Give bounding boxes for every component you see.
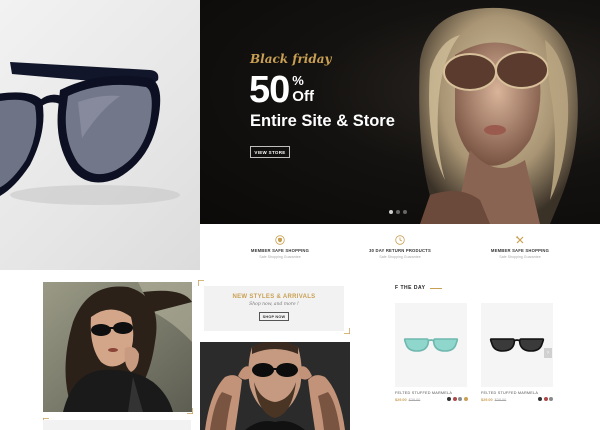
hero-tag: Black friday <box>250 52 332 66</box>
price-old: $38.00 <box>408 398 421 402</box>
hero-discount: 50 % Off <box>249 70 314 110</box>
corner-accent <box>344 328 350 334</box>
feature-subtitle: Safe Shopping Guarantee <box>499 255 541 259</box>
feature-item: MEMBER SAFE SHOPPING Safe Shopping Guara… <box>470 235 570 259</box>
bottom-card-strip <box>43 420 191 430</box>
next-arrow-icon[interactable]: › <box>544 348 552 358</box>
discount-percent: 50 <box>249 69 290 111</box>
promo-title: NEW STYLES & ARRIVALS <box>232 294 316 300</box>
feature-title: 30 DAY RETURN PRODUCTS <box>369 248 431 253</box>
black-sunglasses-image <box>489 338 545 352</box>
features-strip: MEMBER SAFE SHOPPING Safe Shopping Guara… <box>200 224 600 270</box>
clock-icon <box>395 235 405 245</box>
section-title: F THE DAY <box>395 285 426 291</box>
swatch[interactable] <box>549 397 553 401</box>
tools-icon <box>516 236 524 244</box>
slider-dots <box>389 210 407 214</box>
off-label: Off <box>292 88 314 105</box>
promo-subtitle: Shop now, and more ! <box>249 302 299 307</box>
slider-dot-3[interactable] <box>403 210 407 214</box>
man-photo[interactable] <box>200 342 350 430</box>
woman-photo[interactable] <box>43 282 192 412</box>
price-new: $29.00 <box>395 398 407 402</box>
product-price: $29.00 $38.00 <box>481 398 506 402</box>
swatch[interactable] <box>538 397 542 401</box>
slider-dot-1[interactable] <box>389 210 393 214</box>
hero-model-image <box>419 7 578 224</box>
view-store-button[interactable]: VIEW STORE <box>250 146 290 158</box>
swatch[interactable] <box>458 397 462 401</box>
sunglasses-image <box>0 62 180 205</box>
feature-subtitle: Safe Shopping Guarantee <box>259 255 301 259</box>
feature-item: 30 DAY RETURN PRODUCTS Safe Shopping Gua… <box>350 235 450 259</box>
hero-banner: Black friday 50 % Off Entire Site & Stor… <box>200 0 600 224</box>
swatch[interactable] <box>452 397 457 401</box>
feature-subtitle: Safe Shopping Guarantee <box>379 255 421 259</box>
feature-title: MEMBER SAFE SHOPPING <box>490 248 550 253</box>
swatch[interactable] <box>543 397 548 401</box>
feature-title: MEMBER SAFE SHOPPING <box>250 248 310 253</box>
lookbook-section: NEW STYLES & ARRIVALS Shop now, and more… <box>0 270 395 430</box>
title-underline <box>430 288 442 289</box>
color-swatches <box>447 397 468 401</box>
woman-image <box>43 282 192 412</box>
promo-card: NEW STYLES & ARRIVALS Shop now, and more… <box>204 286 344 331</box>
price-old: $38.00 <box>494 398 507 402</box>
color-swatches <box>538 397 553 401</box>
price-new: $29.00 <box>481 398 493 402</box>
teal-sunglasses-image <box>403 338 459 352</box>
product-card[interactable] <box>395 303 467 387</box>
product-photo-panel <box>0 0 200 270</box>
product-card[interactable] <box>481 303 553 387</box>
shop-now-button[interactable]: SHOP NOW <box>259 312 289 321</box>
product-price: $29.00 $38.00 <box>395 398 420 402</box>
swatch[interactable] <box>447 397 451 401</box>
percent-sign: % <box>292 73 304 88</box>
product-name[interactable]: FELTED STUFFED MARMELA <box>481 391 538 395</box>
product-name[interactable]: FELTED STUFFED MARMELA <box>395 391 452 395</box>
man-image <box>200 342 350 430</box>
slider-dot-2[interactable] <box>396 210 400 214</box>
feature-item: MEMBER SAFE SHOPPING Safe Shopping Guara… <box>230 235 330 259</box>
shield-icon <box>275 235 285 245</box>
swatch[interactable] <box>463 397 468 401</box>
products-of-the-day: F THE DAY › FELTED STUFFED MARMELA $29.0… <box>395 270 600 430</box>
hero-headline: Entire Site & Store <box>250 112 395 130</box>
